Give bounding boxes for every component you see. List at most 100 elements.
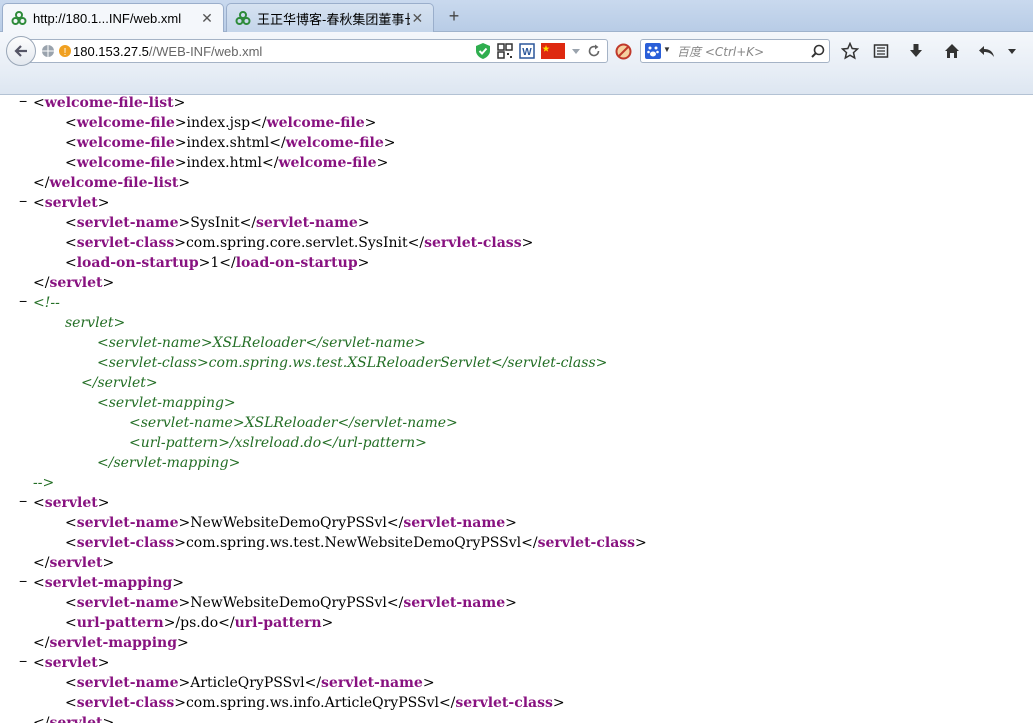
reload-icon[interactable] — [587, 44, 601, 58]
tag-name: welcome-file — [76, 115, 175, 131]
text-node: com.spring.core.servlet.SysInit — [185, 235, 408, 251]
tag-name: servlet-name — [76, 675, 179, 691]
tag-bracket: > — [102, 715, 115, 723]
tab-blog[interactable]: 王正华博客-春秋集团董事长 ✕ — [226, 3, 434, 32]
url-bar[interactable]: ! 180.153.27.5//WEB-INF/web.xml W — [30, 39, 608, 63]
tag-name: welcome-file-list — [49, 175, 179, 191]
tag-bracket: </ — [33, 715, 50, 723]
download-button[interactable] — [906, 42, 926, 60]
word-icon[interactable]: W — [519, 43, 535, 59]
comment-text: <servlet-name>XSLReloader</servlet-name> — [97, 335, 426, 351]
xml-line: <servlet-name>XSLReloader</servlet-name> — [97, 333, 426, 353]
tag-name: servlet — [44, 495, 98, 511]
collapse-toggle[interactable]: − — [19, 293, 27, 313]
tag-bracket: < — [33, 195, 45, 211]
tab-web-xml[interactable]: http://180.1...INF/web.xml ✕ — [2, 3, 224, 32]
tag-bracket: < — [65, 535, 77, 551]
comment-text: --> — [33, 475, 55, 491]
globe-icon — [42, 45, 54, 57]
tag-name: servlet-class — [455, 695, 553, 711]
china-flag-icon[interactable] — [541, 43, 565, 59]
tag-bracket: </ — [250, 115, 267, 131]
xml-line: <servlet-class>com.spring.ws.info.Articl… — [65, 693, 565, 713]
new-tab-button[interactable]: + — [444, 6, 464, 26]
tag-bracket: > — [174, 135, 187, 151]
url-host: 180.153.27.5 — [73, 43, 149, 59]
xml-document-view: − <welcome-file-list> <welcome-file>index.… — [0, 95, 1033, 723]
comment-text: <servlet-mapping> — [97, 395, 236, 411]
menu-chevron-icon — [1008, 49, 1016, 54]
xml-line: <servlet-class>com.spring.ws.test.NewWeb… — [65, 533, 647, 553]
home-icon — [945, 44, 959, 58]
text-node: NewWebsiteDemoQryPSSvl — [190, 595, 387, 611]
reading-list-icon — [873, 44, 889, 58]
search-icon[interactable] — [811, 44, 825, 58]
dropdown-icon[interactable] — [571, 43, 581, 59]
back-button[interactable] — [6, 36, 36, 66]
xml-line: − <servlet-mapping> — [19, 573, 184, 593]
tag-bracket: < — [65, 135, 77, 151]
tag-name: servlet — [44, 655, 98, 671]
tab-title: 王正华博客-春秋集团董事长 — [257, 11, 410, 27]
tag-name: welcome-file — [285, 135, 384, 151]
xml-line: <servlet-name>SysInit</servlet-name> — [65, 213, 370, 233]
xml-line: servlet> — [65, 313, 125, 333]
reading-list-button[interactable] — [871, 42, 891, 60]
xml-line: </servlet> — [33, 553, 114, 573]
tag-bracket: > — [178, 515, 191, 531]
text-node: index.html — [186, 155, 263, 171]
svg-text:!: ! — [64, 47, 67, 58]
tag-bracket: > — [163, 615, 176, 631]
tag-name: servlet-name — [321, 675, 423, 691]
undo-button[interactable] — [977, 42, 997, 60]
tab-title: http://180.1...INF/web.xml — [33, 10, 182, 26]
block-icon[interactable] — [615, 43, 632, 60]
collapse-toggle[interactable]: − — [19, 653, 27, 673]
xml-line: − <welcome-file-list> — [19, 95, 185, 113]
bookmark-star-button[interactable] — [840, 42, 860, 60]
baidu-paw-icon[interactable] — [645, 43, 661, 59]
shield-icon[interactable] — [475, 42, 491, 60]
tag-name: servlet — [49, 555, 103, 571]
tag-name: welcome-file — [266, 115, 365, 131]
tag-name: servlet-mapping — [49, 635, 178, 651]
qr-icon[interactable] — [497, 43, 513, 59]
search-box[interactable]: ▼ 百度 <Ctrl+K> — [640, 39, 830, 63]
close-icon[interactable]: ✕ — [199, 10, 215, 27]
search-engine-dropdown-icon[interactable]: ▼ — [663, 45, 671, 54]
menu-button[interactable] — [1006, 42, 1018, 60]
tab-strip: http://180.1...INF/web.xml ✕ 王正华博客-春秋集团董… — [0, 0, 1033, 32]
tag-bracket: > — [321, 615, 334, 631]
close-icon[interactable]: ✕ — [410, 10, 425, 27]
text-node: index.jsp — [186, 115, 251, 131]
tag-bracket: > — [383, 135, 396, 151]
tag-bracket: </ — [33, 275, 50, 291]
tag-bracket: </ — [407, 235, 425, 251]
tag-bracket: > — [97, 495, 110, 511]
collapse-toggle[interactable]: − — [19, 193, 27, 213]
tag-bracket: > — [102, 275, 115, 291]
tag-bracket: </ — [262, 155, 279, 171]
tag-bracket: < — [65, 155, 77, 171]
collapse-toggle[interactable]: − — [19, 493, 27, 513]
xml-line: <welcome-file>index.jsp</welcome-file> — [65, 113, 376, 133]
xml-line: <servlet-class>com.spring.core.servlet.S… — [65, 233, 533, 253]
url-text: 180.153.27.5//WEB-INF/web.xml — [73, 44, 262, 59]
tag-bracket: > — [97, 195, 110, 211]
tag-name: servlet — [44, 195, 98, 211]
xml-line: <servlet-name>NewWebsiteDemoQryPSSvl</se… — [65, 513, 517, 533]
tag-name: servlet-class — [537, 535, 636, 551]
home-button[interactable] — [942, 42, 962, 60]
url-bar-icons: W — [475, 42, 601, 60]
tag-name: servlet-class — [424, 235, 522, 251]
collapse-toggle[interactable]: − — [19, 573, 27, 593]
tag-bracket: > — [357, 215, 370, 231]
tag-name: servlet-name — [76, 215, 179, 231]
tag-bracket: </ — [239, 215, 257, 231]
text-node: com.spring.ws.test.NewWebsiteDemoQryPSSv… — [185, 535, 522, 551]
tag-bracket: > — [357, 255, 370, 271]
tag-name: welcome-file — [76, 155, 175, 171]
comment-text: <url-pattern>/xslreload.do</url-pattern> — [129, 435, 427, 451]
collapse-toggle[interactable]: − — [19, 95, 27, 113]
tag-bracket: < — [33, 575, 45, 591]
